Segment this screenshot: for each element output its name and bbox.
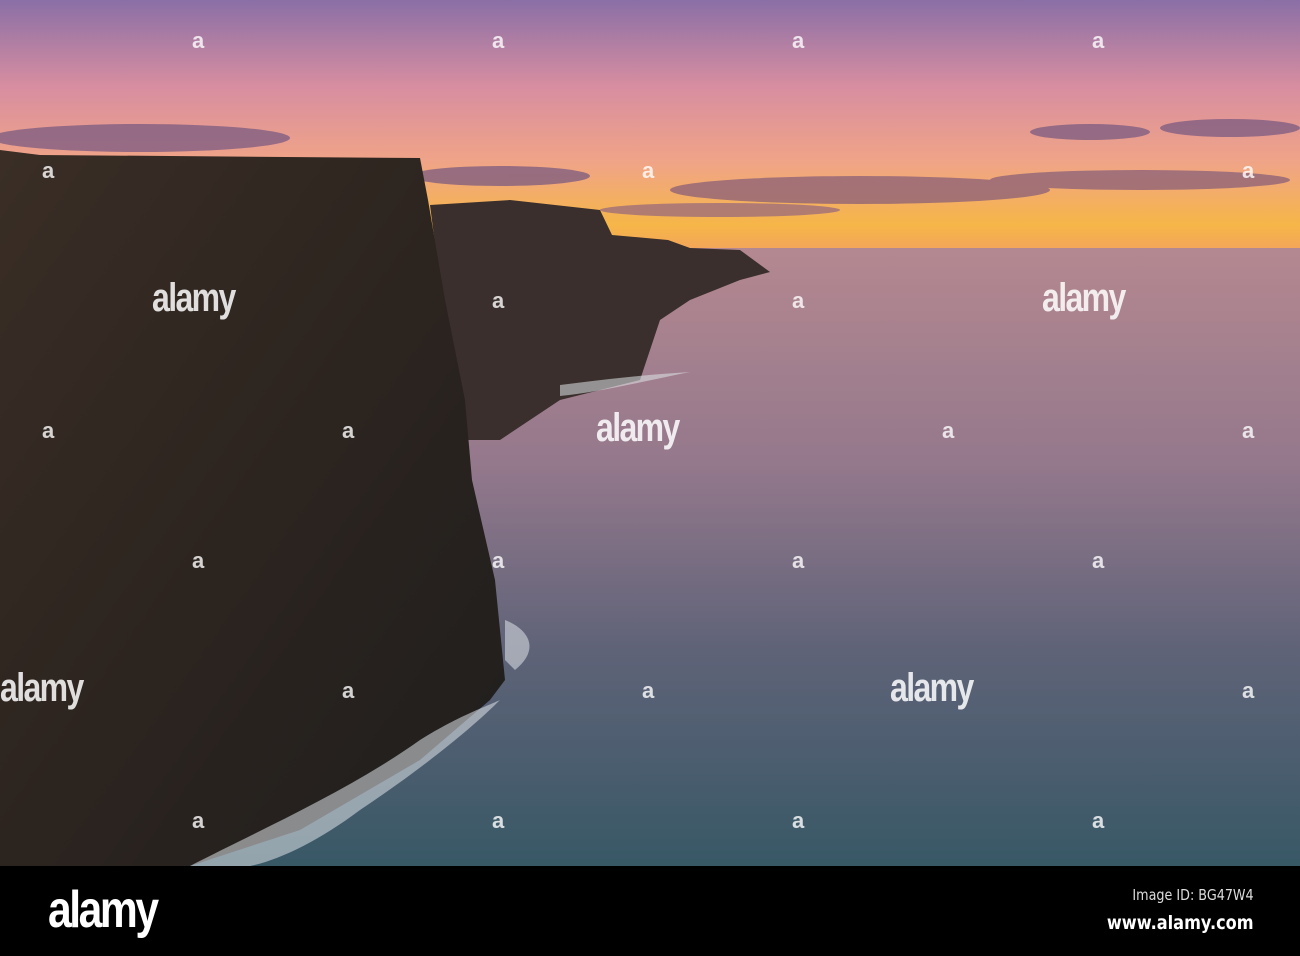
watermark-mark: a (342, 678, 355, 703)
watermark-mark: a (792, 808, 805, 833)
watermark-mark: a (1242, 158, 1255, 183)
alamy-logo: alamy (48, 881, 159, 939)
watermark-mark: a (42, 158, 55, 183)
watermark-mark: a (642, 158, 655, 183)
watermark-mark: a (42, 418, 55, 443)
watermark-mark: a (792, 288, 805, 313)
watermark-mark: a (1242, 678, 1255, 703)
watermark-mark: a (1242, 418, 1255, 443)
watermark-mark: a (492, 548, 505, 573)
watermark-text: alamy (1042, 276, 1126, 320)
watermark-mark: a (192, 28, 205, 53)
watermark-mark: a (642, 678, 655, 703)
footer-bar: alamy Image ID: BG47W4 www.alamy.com (0, 866, 1300, 956)
watermark-mark: a (192, 548, 205, 573)
watermark-mark: a (342, 418, 355, 443)
watermark-mark: a (1092, 548, 1105, 573)
watermark-mark: a (492, 808, 505, 833)
watermark-mark: a (492, 28, 505, 53)
image-id: Image ID: BG47W4 (1132, 886, 1254, 904)
watermark-mark: a (792, 28, 805, 53)
watermark-mark: a (492, 288, 505, 313)
watermark-text: alamy (596, 406, 680, 450)
watermark-mark: a (1092, 28, 1105, 53)
watermark-text: alamy (152, 276, 236, 320)
watermark-text: alamy (890, 666, 974, 710)
watermark-mark: a (1092, 808, 1105, 833)
watermark-mark: a (192, 808, 205, 833)
watermark-mark: a (792, 548, 805, 573)
stock-photo: a a a a a a a alamy alamy a a alamy a a … (0, 0, 1300, 956)
watermark-text: alamy (0, 666, 84, 710)
website-link[interactable]: www.alamy.com (1107, 912, 1254, 934)
watermark-mark: a (942, 418, 955, 443)
